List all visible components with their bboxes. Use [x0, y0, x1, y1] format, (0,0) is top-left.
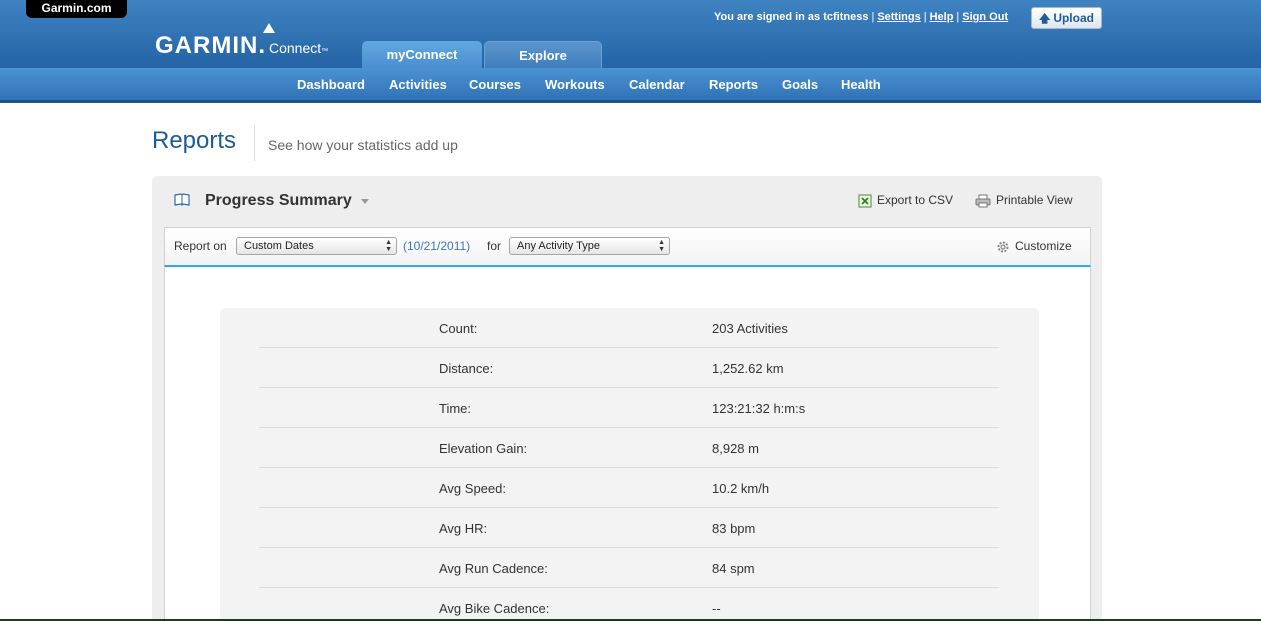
logo-word: GARMIN.	[155, 32, 266, 59]
customize-button[interactable]: Customize	[996, 239, 1072, 254]
stat-row: Avg Run Cadence: 84 spm	[259, 548, 999, 588]
page-subtitle: See how your statistics add up	[268, 137, 458, 153]
activity-type-value: Any Activity Type	[517, 240, 600, 252]
tab-explore[interactable]: Explore	[484, 41, 602, 68]
logo-tm: ™	[321, 48, 329, 55]
activity-type-select[interactable]: Any Activity Type ▲ ▼	[509, 237, 670, 255]
excel-icon	[858, 194, 872, 208]
stat-label: Avg Bike Cadence:	[439, 601, 550, 616]
report-on-value: Custom Dates	[244, 240, 314, 252]
customize-label: Customize	[1015, 239, 1072, 253]
stat-row: Time: 123:21:32 h:m:s	[259, 388, 999, 428]
sign-out-link[interactable]: Sign Out	[962, 11, 1008, 23]
printable-view-link[interactable]: Printable View	[975, 193, 1073, 208]
site-header: Garmin.com GARMIN. Connect™ You are signe…	[0, 0, 1261, 103]
date-link[interactable]: (10/21/2011)	[403, 239, 470, 253]
stat-value: 84 spm	[712, 561, 755, 576]
title-divider	[254, 125, 255, 161]
stat-value: 1,252.62 km	[712, 361, 784, 376]
subnav-goals[interactable]: Goals	[782, 77, 818, 92]
select-arrows-icon: ▲ ▼	[658, 239, 665, 253]
book-icon	[174, 193, 190, 206]
report-on-select[interactable]: Custom Dates ▲ ▼	[236, 237, 397, 255]
printable-view-label: Printable View	[996, 193, 1073, 207]
for-label: for	[487, 239, 502, 253]
separator: |	[871, 11, 875, 23]
select-arrows-icon: ▲ ▼	[385, 239, 392, 253]
printer-icon	[975, 194, 991, 208]
stat-value: 83 bpm	[712, 521, 756, 536]
report-toolbar: Report on Custom Dates ▲ ▼ (10/21/2011) f…	[164, 227, 1091, 267]
separator: |	[923, 11, 927, 23]
subnav-calendar[interactable]: Calendar	[629, 77, 685, 92]
upload-arrow-icon: 🡅	[1039, 13, 1051, 25]
stat-row: Count: 203 Activities	[259, 308, 999, 348]
garmin-com-link[interactable]: Garmin.com	[26, 0, 127, 18]
upload-label: Upload	[1053, 11, 1094, 25]
stat-label: Avg Speed:	[439, 481, 506, 496]
help-link[interactable]: Help	[930, 11, 954, 23]
stat-label: Time:	[439, 401, 472, 416]
stat-value: 203 Activities	[712, 321, 788, 336]
signin-bar: You are signed in as tcfitness | Settings |…	[714, 11, 1008, 23]
export-csv-label: Export to CSV	[877, 193, 954, 207]
signin-text: You are signed in as tcfitness	[714, 11, 869, 23]
upload-button[interactable]: 🡅 Upload	[1031, 7, 1102, 29]
page-title: Reports	[152, 127, 237, 154]
stat-label: Avg HR:	[439, 521, 488, 536]
stat-value: 10.2 km/h	[712, 481, 770, 496]
subnav-activities[interactable]: Activities	[389, 77, 447, 92]
tab-myconnect[interactable]: myConnect	[362, 41, 482, 68]
subnav-reports[interactable]: Reports	[709, 77, 758, 92]
stat-value: --	[712, 601, 721, 616]
stat-value: 8,928 m	[712, 441, 759, 456]
panel-title[interactable]: Progress Summary	[205, 192, 352, 210]
logo-connect: Connect	[269, 40, 322, 56]
settings-link[interactable]: Settings	[877, 11, 920, 23]
sub-navigation: Dashboard Activities Courses Workouts Ca…	[0, 68, 1261, 102]
logo-triangle-icon	[263, 23, 275, 33]
garmin-connect-logo[interactable]: GARMIN. Connect™	[155, 23, 329, 60]
stat-row: Avg HR: 83 bpm	[259, 508, 999, 548]
subnav-dashboard[interactable]: Dashboard	[297, 77, 365, 92]
stat-label: Avg Run Cadence:	[439, 561, 548, 576]
subnav-workouts[interactable]: Workouts	[545, 77, 605, 92]
stat-row: Avg Bike Cadence: --	[259, 588, 999, 618]
stat-row: Avg Speed: 10.2 km/h	[259, 468, 999, 508]
subnav-health[interactable]: Health	[841, 77, 881, 92]
stat-label: Count:	[439, 321, 478, 336]
gear-icon	[997, 241, 1009, 253]
stat-row: Elevation Gain: 8,928 m	[259, 428, 999, 468]
subnav-courses[interactable]: Courses	[469, 77, 521, 92]
separator: |	[956, 11, 960, 23]
chevron-down-icon[interactable]	[361, 199, 369, 204]
stat-value: 123:21:32 h:m:s	[712, 401, 806, 416]
stat-label: Distance:	[439, 361, 494, 376]
report-on-label: Report on	[174, 239, 227, 253]
stat-row: Distance: 1,252.62 km	[259, 348, 999, 388]
export-csv-link[interactable]: Export to CSV	[858, 193, 953, 208]
stat-label: Elevation Gain:	[439, 441, 528, 456]
